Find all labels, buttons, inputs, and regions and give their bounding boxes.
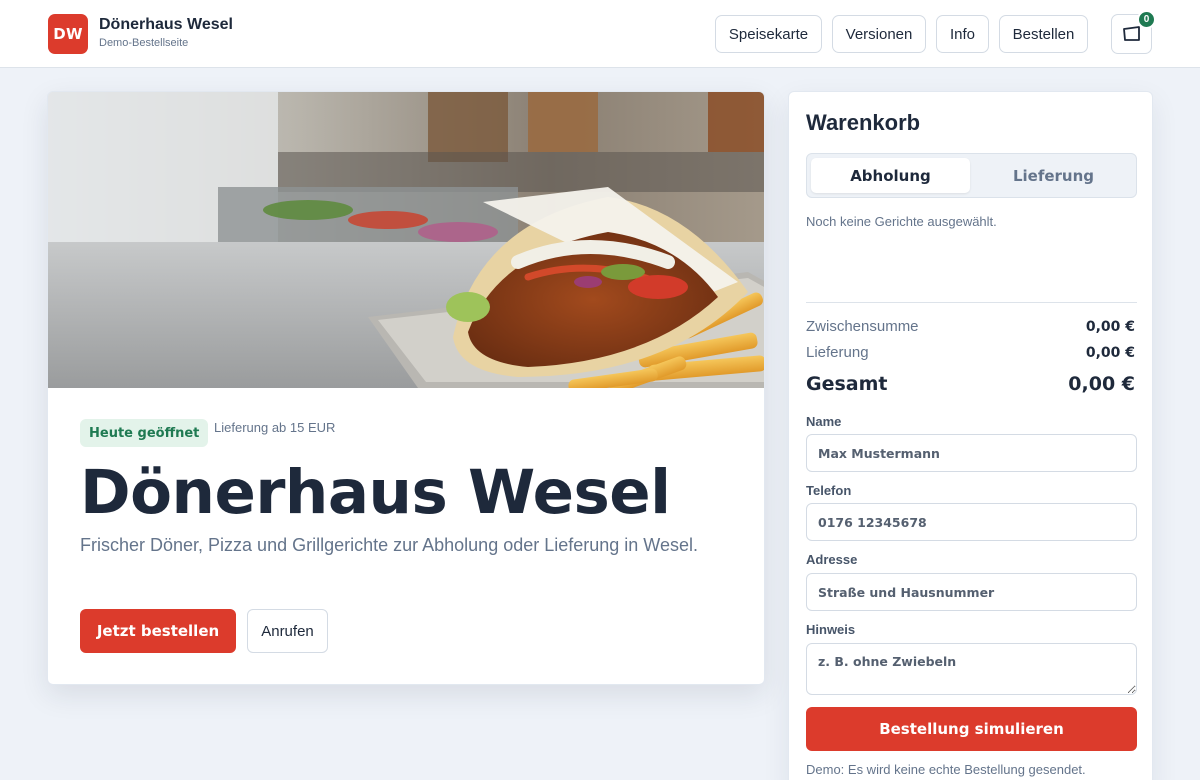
- delivery-fee-label: Lieferung: [806, 344, 869, 361]
- subtotal-label: Zwischensumme: [806, 318, 919, 335]
- simulate-order-button[interactable]: Bestellung simulieren: [806, 707, 1137, 751]
- phone-label: Telefon: [806, 483, 852, 498]
- phone-input[interactable]: [806, 503, 1137, 541]
- call-button[interactable]: Anrufen: [247, 609, 328, 653]
- delivery-minimum-text: Lieferung ab 15 EUR: [214, 420, 336, 435]
- subtotal-value: 0,00 €: [1085, 319, 1135, 335]
- fulfillment-toggle: Abholung Lieferung: [806, 153, 1137, 198]
- empty-cart-message: Noch keine Gerichte ausgewählt.: [806, 214, 997, 229]
- cart-title: Warenkorb: [806, 110, 921, 135]
- order-now-button[interactable]: Jetzt bestellen: [80, 609, 236, 653]
- hero-title: Dönerhaus Wesel: [80, 457, 671, 528]
- open-status-badge: Heute geöffnet: [80, 419, 209, 447]
- hero-card: Heute geöffnet Lieferung ab 15 EUR Döner…: [47, 91, 765, 685]
- name-label: Name: [806, 414, 842, 429]
- tab-lieferung[interactable]: Lieferung: [974, 158, 1133, 193]
- address-label: Adresse: [806, 552, 858, 567]
- total-label: Gesamt: [806, 373, 888, 395]
- nav-speisekarte-button[interactable]: Speisekarte: [715, 15, 822, 53]
- cart-panel: Warenkorb Abholung Lieferung Noch keine …: [788, 91, 1153, 780]
- cart-icon: [1122, 26, 1140, 41]
- nav-versionen-button[interactable]: Versionen: [832, 15, 926, 53]
- logo[interactable]: DW: [48, 14, 88, 54]
- name-input[interactable]: [806, 434, 1137, 472]
- tab-abholung[interactable]: Abholung: [811, 158, 970, 193]
- divider: [806, 302, 1137, 303]
- brand-subtitle: Demo-Bestellseite: [99, 37, 189, 49]
- hero-image: [48, 92, 764, 388]
- total-value: 0,00 €: [1068, 373, 1135, 395]
- demo-disclaimer: Demo: Es wird keine echte Bestellung ges…: [806, 762, 1086, 777]
- nav-bestellen-button[interactable]: Bestellen: [999, 15, 1088, 53]
- cart-count-badge: 0: [1137, 10, 1156, 29]
- note-label: Hinweis: [806, 622, 856, 637]
- note-textarea[interactable]: [806, 643, 1137, 695]
- hero-description: Frischer Döner, Pizza und Grillgerichte …: [80, 535, 698, 555]
- nav-info-button[interactable]: Info: [936, 15, 989, 53]
- top-bar: DW Dönerhaus Wesel Demo-Bestellseite Spe…: [0, 0, 1200, 68]
- address-input[interactable]: [806, 573, 1137, 611]
- delivery-fee-value: 0,00 €: [1085, 345, 1135, 361]
- brand-title: Dönerhaus Wesel: [99, 16, 233, 33]
